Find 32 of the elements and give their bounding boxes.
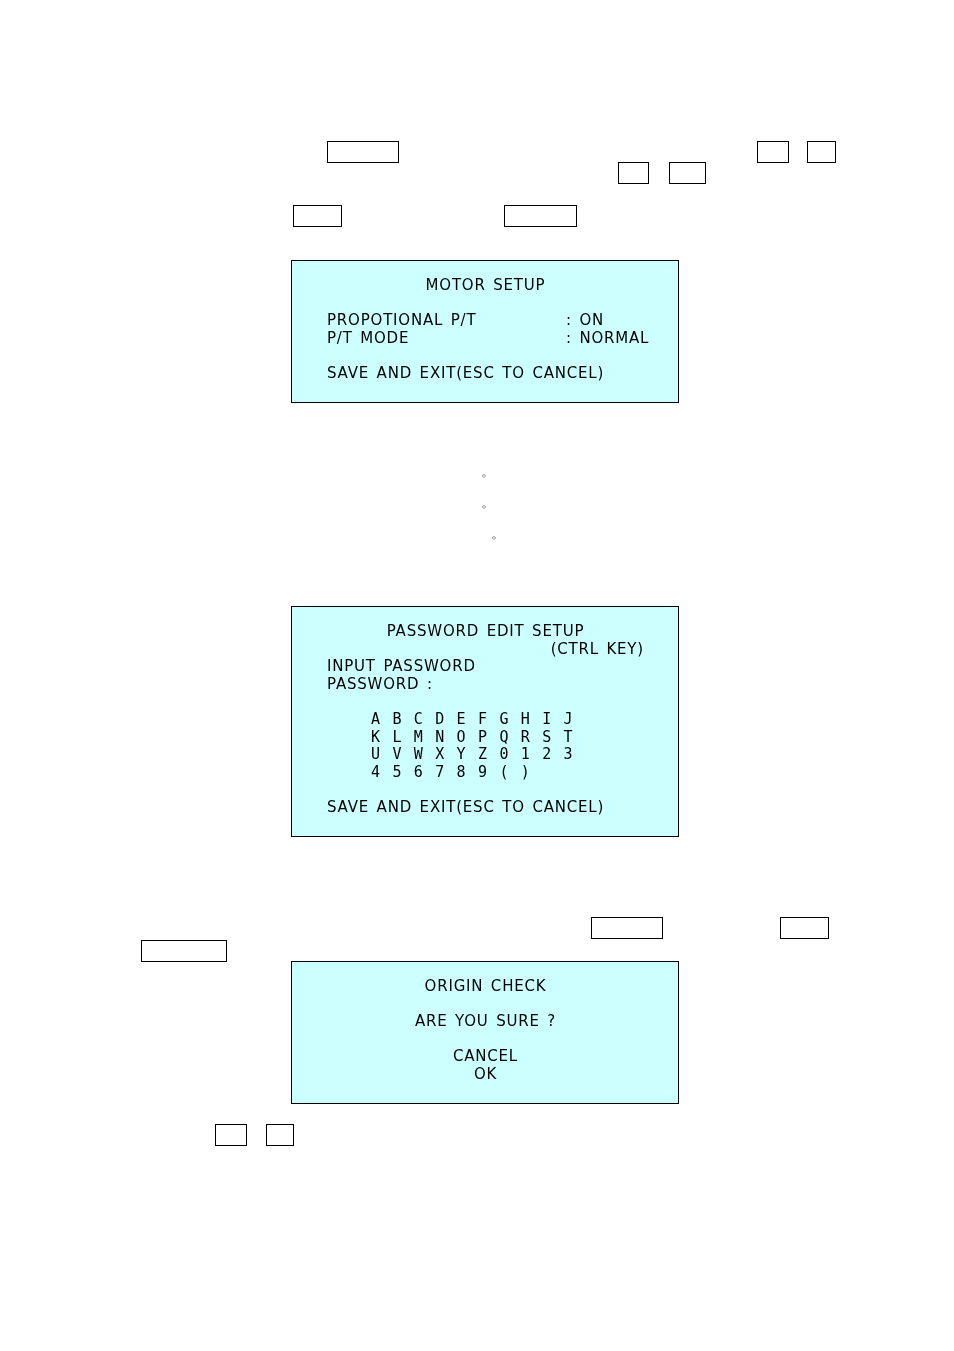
screen-subtitle: (CTRL KEY)	[550, 639, 644, 658]
period-mark: 。	[481, 463, 495, 479]
screen-title: PASSWORD EDIT SETUP	[386, 622, 585, 640]
option-text: OK	[473, 1064, 498, 1083]
character-row: A B C D E F G H I J	[371, 709, 575, 728]
character-row: K L M N O P Q R S T	[371, 727, 575, 746]
empty-frame	[215, 1124, 247, 1146]
question-text: ARE YOU SURE ?	[414, 1012, 557, 1031]
setting-value: : ON	[566, 312, 605, 330]
prompt-text: PASSWORD :	[327, 674, 433, 693]
empty-frame	[293, 205, 342, 227]
character-row: U V W X Y Z 0 1 2 3	[371, 745, 575, 764]
screen-title: ORIGIN CHECK	[424, 977, 547, 995]
empty-frame	[618, 162, 649, 184]
setting-value: : NORMAL	[566, 329, 650, 348]
empty-frame	[266, 1124, 294, 1146]
screen-title: MOTOR SETUP	[425, 276, 546, 294]
empty-frame	[780, 917, 829, 939]
period-mark: 。	[491, 525, 505, 541]
empty-frame	[757, 141, 789, 163]
setting-label: PROPOTIONAL P/T	[327, 312, 477, 330]
menu-footer: SAVE AND EXIT(ESC TO CANCEL)	[327, 797, 605, 816]
empty-frame	[669, 162, 706, 184]
option-text: CANCEL	[452, 1047, 519, 1066]
empty-frame	[591, 917, 663, 939]
character-row: 4 5 6 7 8 9 ( )	[371, 762, 532, 781]
prompt-text: INPUT PASSWORD	[327, 657, 476, 676]
empty-frame	[807, 141, 836, 163]
menu-footer: SAVE AND EXIT(ESC TO CANCEL)	[327, 363, 605, 382]
empty-frame	[327, 141, 399, 163]
period-mark: 。	[481, 494, 495, 510]
setting-label: P/T MODE	[327, 329, 410, 348]
